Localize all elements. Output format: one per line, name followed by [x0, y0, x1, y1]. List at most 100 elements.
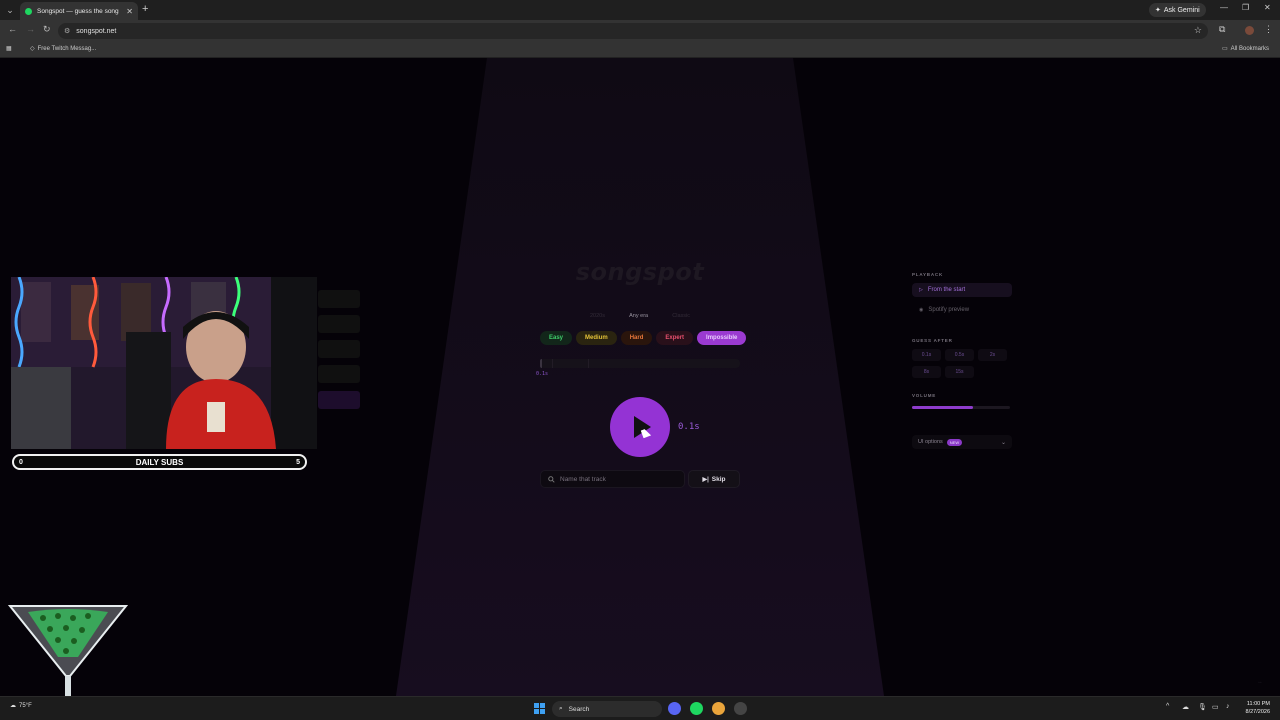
playback-from-start-option[interactable]: ▷ From the start: [912, 283, 1012, 297]
discord-app-icon[interactable]: [668, 702, 681, 715]
search-icon: [548, 475, 555, 483]
taskbar-search-label: Search: [568, 705, 590, 713]
folder-icon: ▭: [1222, 46, 1228, 52]
clip-progress-fill: [540, 359, 542, 368]
weather-temp: 75°F: [19, 702, 32, 709]
corner-watermark: ◦◦: [1258, 680, 1262, 686]
songspot-favicon-icon: [25, 7, 32, 15]
address-bar[interactable]: ⚙ songspot.net ☆: [58, 23, 1208, 39]
restore-icon[interactable]: ❐: [1242, 3, 1249, 12]
bookmarks-bar: ▦ ◇ Free Twitch Messag... ▭ All Bookmark…: [0, 42, 1280, 58]
guess-after-options: 0.1s 0.5s 2s 8s 15s: [912, 349, 1012, 378]
all-bookmarks-label: All Bookmarks: [1230, 45, 1270, 52]
playback-option-label: Spotify preview: [928, 307, 970, 313]
ui-options-label: UI options: [918, 439, 943, 445]
chat-overlay-item: [318, 290, 360, 308]
skip-button[interactable]: ▶| Skip: [688, 470, 740, 488]
progress-divider: [588, 359, 589, 368]
extensions-icon[interactable]: ⧉: [1219, 24, 1225, 35]
new-badge: NEW: [946, 438, 963, 446]
tab-title: Songspot — guess the song: [37, 7, 119, 15]
volume-slider[interactable]: [912, 406, 1010, 409]
bookmark-page-icon: ◇: [30, 46, 35, 52]
chat-overlay-item: [318, 340, 360, 358]
webcam-overlay: [11, 277, 317, 449]
windows-start-icon[interactable]: [534, 703, 545, 714]
guess-after-option[interactable]: 2s: [978, 349, 1007, 361]
back-icon[interactable]: ←: [8, 24, 17, 34]
chat-overlay-item: [318, 391, 360, 409]
chrome-app-icon[interactable]: [712, 702, 725, 715]
volume-icon[interactable]: ♪: [1226, 703, 1230, 710]
guess-after-option[interactable]: 15s: [945, 366, 974, 378]
close-tab-icon[interactable]: ✕: [126, 7, 133, 16]
spotify-app-icon[interactable]: [690, 702, 703, 715]
browser-menu-icon[interactable]: ⋮: [1264, 24, 1273, 35]
play-small-icon: ▷: [919, 287, 923, 293]
reload-icon[interactable]: ↻: [43, 24, 51, 35]
obs-app-icon[interactable]: [734, 702, 747, 715]
ask-gemini-label: Ask Gemini: [1163, 6, 1200, 14]
difficulty-selector: Easy Medium Hard Expert Impossible: [540, 331, 747, 345]
difficulty-hard-button[interactable]: Hard: [620, 331, 653, 345]
chat-overlay-item: [318, 315, 360, 333]
difficulty-expert-button[interactable]: Expert: [656, 331, 694, 345]
profile-avatar[interactable]: [1245, 26, 1254, 35]
difficulty-impossible-button[interactable]: Impossible: [697, 331, 747, 345]
progress-time-label: 0.1s: [536, 371, 549, 377]
bookmark-star-icon[interactable]: ☆: [1194, 25, 1202, 36]
volume-fill: [912, 406, 973, 409]
minimize-icon[interactable]: —: [1220, 3, 1228, 12]
guess-after-heading: GUESS AFTER: [912, 338, 953, 343]
onedrive-icon[interactable]: ☁: [1182, 703, 1189, 711]
songspot-logo: songspot: [575, 258, 705, 286]
ask-gemini-button[interactable]: ✦ Ask Gemini: [1149, 3, 1206, 17]
clock-date: 8/27/2026: [1245, 709, 1270, 715]
skip-label: Skip: [711, 475, 726, 483]
webcam-image: [11, 277, 317, 449]
browser-tab[interactable]: Songspot — guess the song ✕: [20, 2, 138, 20]
difficulty-easy-button[interactable]: Easy: [540, 331, 573, 345]
guess-after-option[interactable]: 0.5s: [945, 349, 974, 361]
spotify-icon: ◉: [919, 307, 924, 313]
play-button[interactable]: [610, 397, 670, 457]
taskbar-search[interactable]: ⌕ Search: [552, 701, 662, 717]
playback-option-label: From the start: [927, 287, 966, 293]
browser-toolbar: ← → ↻ ⚙ songspot.net ☆ ⧉ ⋮: [0, 20, 1280, 42]
era-option-classic[interactable]: Classic: [672, 313, 690, 319]
chevron-down-icon: ⌄: [1000, 439, 1006, 446]
all-bookmarks-button[interactable]: ▭ All Bookmarks: [1222, 45, 1270, 53]
windows-taskbar: ☁ 75°F ⌕ Search ^ ☁ 🎙 ▭ ♪ 11:00 PM 8/27/…: [0, 696, 1280, 720]
close-window-icon[interactable]: ✕: [1264, 3, 1271, 12]
guess-after-option[interactable]: 8s: [912, 366, 941, 378]
tray-overflow-icon[interactable]: ^: [1166, 703, 1169, 710]
progress-divider: [552, 359, 553, 368]
era-selector: 2020s Any era Classic: [590, 313, 690, 319]
taskbar-clock[interactable]: 11:00 PM 8/27/2026: [1240, 700, 1270, 716]
subs-title: DAILY SUBS: [135, 457, 184, 467]
ui-options-toggle[interactable]: UI options NEW ⌄: [912, 435, 1012, 449]
guess-input[interactable]: [560, 475, 680, 483]
forward-icon[interactable]: →: [26, 24, 35, 34]
guess-field[interactable]: [540, 470, 685, 488]
microphone-icon[interactable]: 🎙: [1198, 703, 1207, 711]
site-info-icon[interactable]: ⚙: [64, 27, 70, 35]
browser-tab-bar: ⌄ Songspot — guess the song ✕ + ✦ Ask Ge…: [0, 0, 1280, 20]
new-tab-icon[interactable]: +: [142, 3, 148, 15]
playback-spotify-preview-option[interactable]: ◉ Spotify preview: [912, 303, 1012, 317]
settings-panel: PLAYBACK ▷ From the start ◉ Spotify prev…: [912, 272, 1012, 449]
subs-goal: 5: [296, 458, 300, 466]
network-icon[interactable]: ▭: [1212, 703, 1219, 711]
apps-grid-icon[interactable]: ▦: [6, 45, 12, 52]
difficulty-medium-button[interactable]: Medium: [576, 331, 617, 345]
era-option-any[interactable]: Any era: [629, 313, 648, 319]
weather-widget[interactable]: ☁ 75°F: [10, 702, 32, 710]
skip-icon: ▶|: [702, 476, 709, 483]
playback-heading: PLAYBACK: [912, 272, 943, 277]
guess-after-option[interactable]: 0.1s: [912, 349, 941, 361]
era-option-2020s[interactable]: 2020s: [590, 313, 605, 319]
daily-subs-bar: 0 DAILY SUBS 5: [12, 454, 307, 470]
bookmark-item[interactable]: ◇ Free Twitch Messag...: [30, 45, 96, 53]
weather-icon: ☁: [10, 703, 16, 709]
tab-search-icon[interactable]: ⌄: [0, 0, 20, 20]
